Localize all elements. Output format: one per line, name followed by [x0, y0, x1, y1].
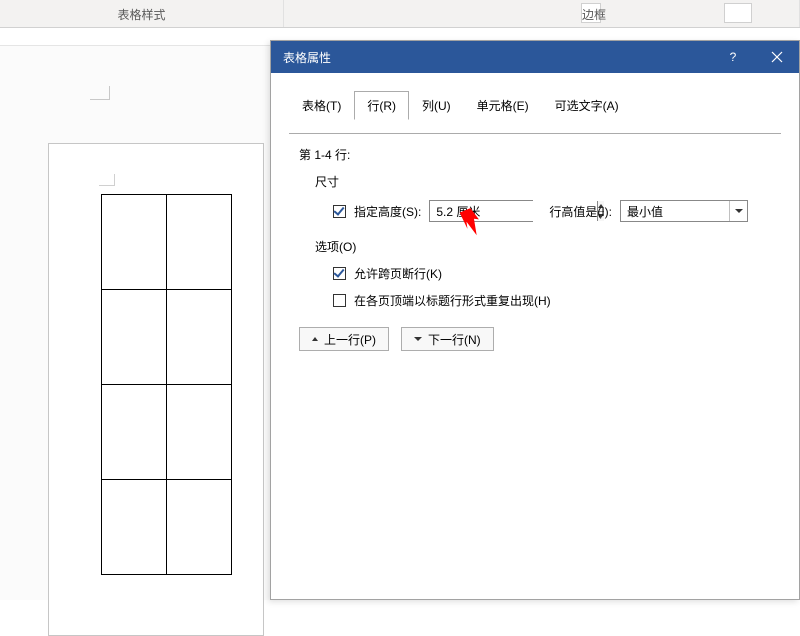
dialog-titlebar: 表格属性 ?: [271, 41, 799, 73]
select-arrow[interactable]: [729, 201, 747, 221]
ribbon-group-label: 边框: [534, 6, 654, 23]
select-value: 最小值: [627, 203, 663, 220]
rows-range-label: 第 1-4 行:: [299, 146, 781, 163]
table-row: [102, 480, 232, 575]
allow-break-label: 允许跨页断行(K): [354, 265, 442, 282]
tab-alt-text[interactable]: 可选文字(A): [542, 91, 632, 120]
tab-column[interactable]: 列(U): [409, 91, 464, 120]
size-group-label: 尺寸: [315, 173, 781, 190]
tab-table[interactable]: 表格(T): [289, 91, 354, 120]
table-row: [102, 385, 232, 480]
document-page: [48, 143, 264, 636]
paragraph-mark-icon: [99, 174, 115, 186]
sample-table[interactable]: [101, 194, 232, 575]
row-height-is-label: 行高值是(I):: [549, 203, 612, 220]
repeat-header-label: 在各页顶端以标题行形式重复出现(H): [354, 292, 551, 309]
table-row: [102, 290, 232, 385]
tab-strip: 表格(T) 行(R) 列(U) 单元格(E) 可选文字(A): [289, 91, 781, 120]
ribbon: 表格样式 边框: [0, 0, 800, 28]
repeat-header-row: 在各页顶端以标题行形式重复出现(H): [333, 292, 781, 309]
repeat-header-checkbox[interactable]: [333, 294, 346, 307]
triangle-down-icon: [414, 337, 422, 341]
ribbon-group-label: 表格样式: [0, 6, 283, 23]
dialog-body: 表格(T) 行(R) 列(U) 单元格(E) 可选文字(A) 第 1-4 行: …: [271, 73, 799, 369]
next-row-label: 下一行(N): [428, 331, 481, 348]
prev-row-label: 上一行(P): [324, 331, 376, 348]
specify-height-label: 指定高度(S):: [354, 203, 421, 220]
tab-row[interactable]: 行(R): [354, 91, 409, 120]
specify-height-row: 指定高度(S): 行高值是(I): 最小值: [333, 200, 781, 222]
triangle-up-icon: [312, 337, 318, 341]
table-properties-dialog: 表格属性 ? 表格(T) 行(R) 列(U) 单元格(E) 可选文字(A) 第 …: [270, 40, 800, 600]
next-row-button[interactable]: 下一行(N): [401, 327, 494, 351]
allow-break-checkbox[interactable]: [333, 267, 346, 280]
chevron-down-icon: [735, 209, 743, 213]
document-canvas: [0, 28, 270, 600]
ribbon-group-table-styles: 表格样式: [0, 0, 284, 27]
table-row: [102, 195, 232, 290]
options-group-label: 选项(O): [315, 238, 781, 255]
tab-cell[interactable]: 单元格(E): [464, 91, 542, 120]
paragraph-mark-icon: [90, 86, 110, 100]
dialog-title: 表格属性: [283, 49, 711, 66]
row-height-is-select[interactable]: 最小值: [620, 200, 748, 222]
specify-height-checkbox[interactable]: [333, 205, 346, 218]
ruler: [0, 28, 270, 46]
help-icon: ?: [730, 50, 737, 64]
close-icon: [771, 51, 783, 63]
close-button[interactable]: [755, 41, 799, 73]
help-button[interactable]: ?: [711, 41, 755, 73]
allow-break-row: 允许跨页断行(K): [333, 265, 781, 282]
border-painter-icon[interactable]: [724, 3, 752, 23]
prev-row-button[interactable]: 上一行(P): [299, 327, 389, 351]
height-spinner[interactable]: [429, 200, 533, 222]
ribbon-group-borders: 边框: [284, 0, 800, 27]
